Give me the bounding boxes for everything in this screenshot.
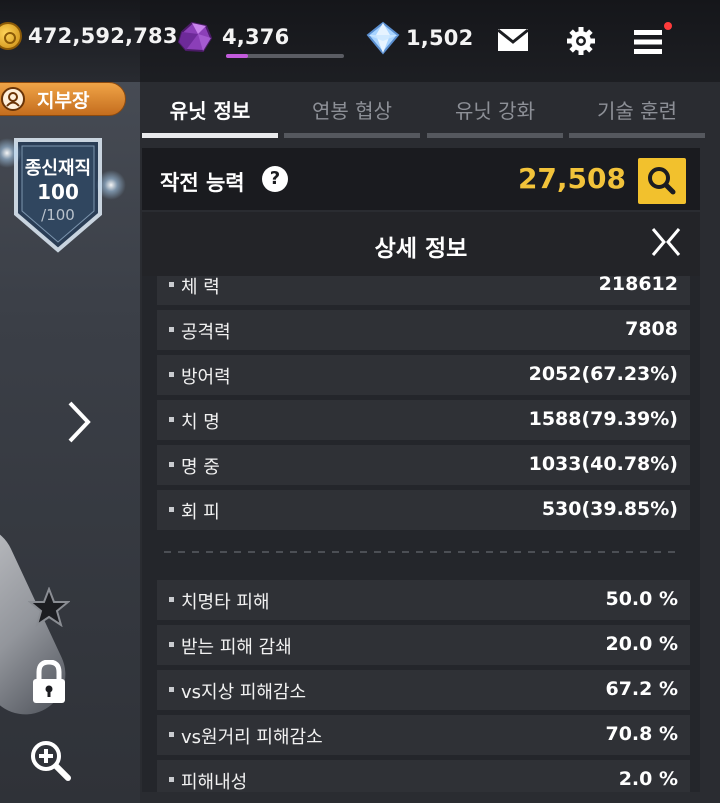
stat-label: 공격력 bbox=[181, 322, 231, 343]
stat-row: 방어력 2052(67.23%) bbox=[157, 355, 690, 395]
detail-search-button[interactable] bbox=[638, 158, 686, 204]
diamond-resource[interactable]: 1,502 bbox=[364, 21, 473, 55]
stat-row: 치명타 피해 50.0 % bbox=[157, 580, 690, 620]
favorite-star-icon[interactable] bbox=[27, 586, 71, 631]
purple-crystal-progress bbox=[226, 54, 344, 58]
stat-value: 218612 bbox=[598, 273, 678, 295]
stat-label: 명 중 bbox=[181, 457, 220, 478]
bullet-icon bbox=[169, 462, 174, 467]
stat-label: vs지상 피해감소 bbox=[181, 682, 307, 703]
tab-underline bbox=[427, 133, 563, 138]
magnifier-icon bbox=[648, 167, 676, 195]
stat-value: 530(39.85%) bbox=[541, 498, 678, 520]
stat-label: 방어력 bbox=[181, 367, 231, 388]
bullet-icon bbox=[169, 327, 174, 332]
combat-power-value: 27,508 bbox=[517, 162, 626, 195]
bullet-icon bbox=[169, 732, 174, 737]
detail-info-panel: 상세 정보 체 력 218612 공격력 7808 방어력 2052(67.23… bbox=[142, 212, 700, 792]
purple-crystal-amount: 4,376 bbox=[222, 25, 290, 49]
diamond-amount: 1,502 bbox=[406, 26, 474, 50]
tab-unit-enhance[interactable]: 유닛 강화 bbox=[427, 92, 563, 140]
diamond-icon bbox=[364, 21, 402, 55]
purple-crystal-progress-fill bbox=[226, 54, 249, 58]
rank-badge[interactable]: 지부장 bbox=[0, 82, 126, 116]
next-unit-chevron-icon[interactable] bbox=[66, 400, 92, 448]
tab-label: 기술 훈련 bbox=[597, 99, 677, 123]
stat-label: 치명타 피해 bbox=[181, 592, 270, 613]
tenure-max: /100 bbox=[41, 206, 75, 224]
stat-value: 50.0 % bbox=[605, 588, 678, 610]
tab-underline bbox=[142, 133, 278, 138]
combat-power-row: 작전 능력 ? 27,508 bbox=[142, 148, 700, 210]
stat-value: 20.0 % bbox=[605, 633, 678, 655]
bullet-icon bbox=[169, 687, 174, 692]
bullet-icon bbox=[169, 777, 174, 782]
bullet-icon bbox=[169, 282, 174, 287]
stat-label: 체 력 bbox=[181, 277, 220, 298]
tab-label: 유닛 강화 bbox=[455, 99, 535, 123]
menu-hamburger-icon[interactable] bbox=[634, 30, 662, 58]
stat-row: 피해내성 2.0 % bbox=[157, 760, 690, 792]
unit-tabs: 유닛 정보 연봉 협상 유닛 강화 기술 훈련 bbox=[140, 92, 720, 140]
rank-emblem-icon bbox=[1, 87, 25, 111]
tab-underline bbox=[284, 133, 420, 138]
bullet-icon bbox=[169, 372, 174, 377]
stat-row: 받는 피해 감쇄 20.0 % bbox=[157, 625, 690, 665]
help-question-icon[interactable]: ? bbox=[262, 166, 288, 192]
tab-salary-negotiation[interactable]: 연봉 협상 bbox=[284, 92, 420, 140]
stat-value: 2052(67.23%) bbox=[528, 363, 678, 385]
tab-label: 연봉 협상 bbox=[312, 99, 392, 123]
tenure-title: 종신재직 bbox=[24, 158, 92, 179]
purple-crystal-icon bbox=[176, 20, 214, 54]
bullet-icon bbox=[169, 642, 174, 647]
zoom-in-icon[interactable] bbox=[28, 738, 72, 786]
stat-row: vs원거리 피해감소 70.8 % bbox=[157, 715, 690, 755]
detail-header-mask: 상세 정보 bbox=[142, 212, 700, 276]
gold-amount: 472,592,783 bbox=[28, 24, 178, 48]
resource-bar: 472,592,783 4,376 1,502 bbox=[0, 0, 720, 82]
stat-label: 받는 피해 감쇄 bbox=[181, 637, 292, 658]
stat-row: 공격력 7808 bbox=[157, 310, 690, 350]
combat-power-label: 작전 능력 bbox=[160, 171, 245, 195]
stat-label: 피해내성 bbox=[181, 772, 248, 792]
purple-crystal-resource[interactable]: 4,376 bbox=[176, 20, 289, 54]
bullet-icon bbox=[169, 417, 174, 422]
settings-gear-icon[interactable] bbox=[566, 26, 596, 60]
stat-row: 치 명 1588(79.39%) bbox=[157, 400, 690, 440]
gold-resource[interactable]: 472,592,783 bbox=[0, 22, 178, 50]
bullet-icon bbox=[169, 507, 174, 512]
stat-value: 1033(40.78%) bbox=[528, 453, 678, 475]
stat-row: vs지상 피해감소 67.2 % bbox=[157, 670, 690, 710]
rank-label: 지부장 bbox=[37, 89, 90, 112]
bullet-icon bbox=[169, 597, 174, 602]
stat-row: 회 피 530(39.85%) bbox=[157, 490, 690, 530]
stat-row: 명 중 1033(40.78%) bbox=[157, 445, 690, 485]
close-icon[interactable] bbox=[650, 226, 682, 258]
stat-label: vs원거리 피해감소 bbox=[181, 727, 323, 748]
stat-value: 70.8 % bbox=[605, 723, 678, 745]
stat-label: 치 명 bbox=[181, 412, 220, 433]
stat-value: 67.2 % bbox=[605, 678, 678, 700]
tab-unit-info[interactable]: 유닛 정보 bbox=[142, 92, 278, 140]
lock-icon[interactable] bbox=[31, 659, 67, 708]
stat-label: 회 피 bbox=[181, 502, 220, 523]
dashed-divider bbox=[164, 551, 680, 553]
mail-icon[interactable] bbox=[497, 28, 529, 56]
stat-value: 7808 bbox=[625, 318, 678, 340]
tenure-value: 100 bbox=[37, 180, 79, 204]
stat-value: 2.0 % bbox=[618, 768, 678, 790]
gold-coin-icon bbox=[0, 22, 22, 50]
detail-title: 상세 정보 bbox=[374, 236, 468, 262]
tab-label: 유닛 정보 bbox=[169, 99, 251, 123]
notification-dot bbox=[664, 22, 672, 30]
tab-skill-training[interactable]: 기술 훈련 bbox=[569, 92, 705, 140]
stat-value: 1588(79.39%) bbox=[528, 408, 678, 430]
tab-underline bbox=[569, 133, 705, 138]
